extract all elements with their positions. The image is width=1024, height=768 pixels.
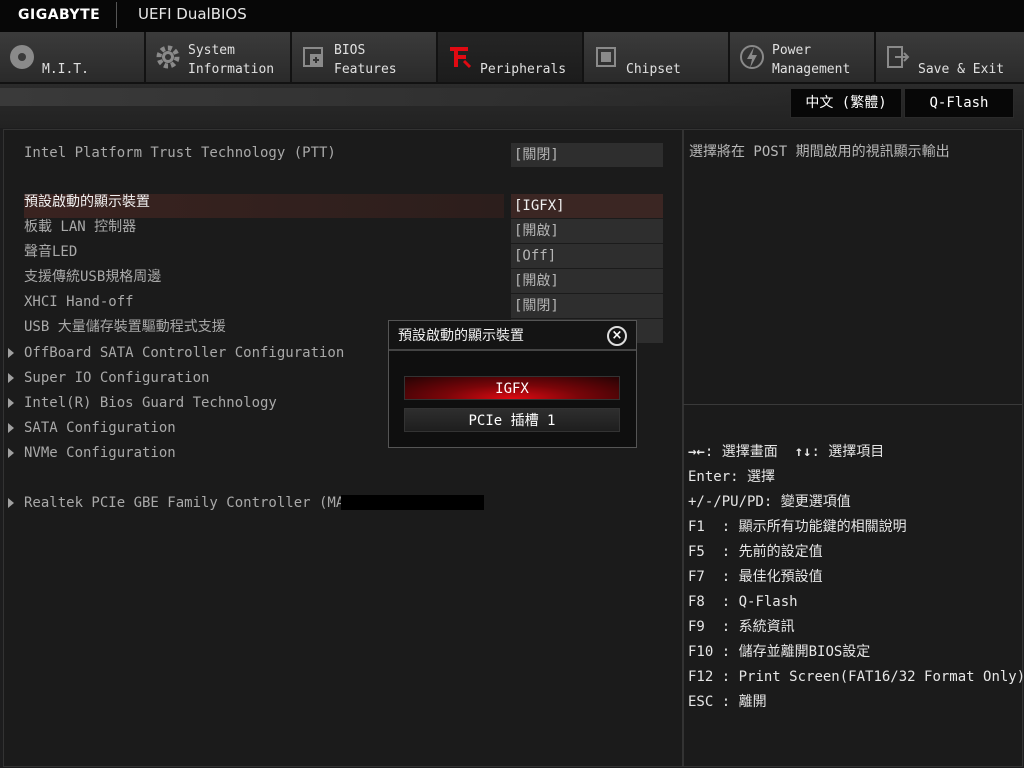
setting-xhci-handoff-value[interactable]: [關閉]: [511, 294, 663, 318]
popup-option-pcie-slot-1[interactable]: PCIe 插槽 1: [404, 408, 620, 432]
peripherals-icon: [450, 47, 472, 69]
exit-icon: [887, 46, 910, 68]
popup-option-igfx[interactable]: IGFX: [404, 376, 620, 400]
close-icon[interactable]: ×: [607, 326, 627, 346]
help-key-f9: F9 : 系統資訊: [688, 615, 795, 639]
help-key-change: +/-/PU/PD: 變更選項值: [688, 490, 851, 514]
tab-bios-features[interactable]: BIOS Features: [292, 32, 438, 82]
key-text: : 最佳化預設值: [713, 569, 823, 585]
setting-primary-display[interactable]: 預設啟動的顯示裝置: [24, 190, 150, 214]
gear-icon: [156, 45, 180, 69]
key-text: : 儲存並離開BIOS設定: [713, 644, 871, 660]
tab-peripherals[interactable]: Peripherals: [438, 32, 584, 82]
help-key-f5: F5 : 先前的設定值: [688, 540, 823, 564]
setting-ptt[interactable]: Intel Platform Trust Technology (PTT): [24, 141, 336, 165]
help-key-f7: F7 : 最佳化預設值: [688, 565, 823, 589]
key-text: : Print Screen(FAT16/32 Format Only): [713, 669, 1024, 685]
chipset-icon: [596, 47, 616, 67]
power-icon: [740, 45, 764, 69]
submenu-sata-config[interactable]: SATA Configuration: [24, 416, 176, 440]
key-label: F12: [688, 669, 714, 685]
popup-header: 預設啟動的顯示裝置 ×: [389, 321, 636, 351]
tab-label: System Information: [188, 43, 275, 77]
tab-label: Power Management: [772, 43, 851, 77]
setting-onboard-lan-value[interactable]: [開啟]: [511, 219, 663, 243]
qflash-button[interactable]: Q-Flash: [904, 88, 1014, 118]
help-key-f8: F8 : Q-Flash: [688, 590, 798, 614]
help-key-f10: F10 : 儲存並離開BIOS設定: [688, 640, 870, 664]
setting-primary-display-value[interactable]: [IGFX]: [511, 194, 663, 218]
disc-icon: [10, 45, 34, 69]
main-tabs: M.I.T. System Information BIOS Features …: [0, 32, 1024, 84]
bios-chip-icon: [303, 47, 323, 67]
submenu-arrow-icon: [8, 423, 14, 433]
key-label: +/-/PU/PD: [688, 494, 764, 510]
key-label: F5: [688, 544, 714, 560]
tab-label: Peripherals: [480, 62, 567, 77]
tab-label: Save & Exit: [918, 62, 1005, 77]
setting-xhci-handoff[interactable]: XHCI Hand-off: [24, 290, 134, 314]
top-bar: GIGABYTE UEFI DualBIOS: [0, 0, 1024, 32]
language-button[interactable]: 中文 (繁體): [790, 88, 902, 118]
help-key-enter: Enter: 選擇: [688, 465, 775, 489]
submenu-nvme-config[interactable]: NVMe Configuration: [24, 441, 176, 465]
setting-legacy-usb-value[interactable]: [開啟]: [511, 269, 663, 293]
submenu-arrow-icon: [8, 373, 14, 383]
setting-onboard-lan[interactable]: 板載 LAN 控制器: [24, 215, 136, 239]
help-key-f1: F1 : 顯示所有功能鍵的相關說明: [688, 515, 907, 539]
tab-chipset[interactable]: Chipset: [584, 32, 730, 82]
submenu-arrow-icon: [8, 448, 14, 458]
brand-logo: GIGABYTE: [18, 7, 101, 23]
submenu-realtek-lan[interactable]: Realtek PCIe GBE Family Controller (MAC:: [24, 491, 361, 515]
key-text: : Q-Flash: [713, 594, 798, 610]
brand-divider: [116, 2, 117, 28]
submenu-bios-guard[interactable]: Intel(R) Bios Guard Technology: [24, 391, 277, 415]
key-label: F7: [688, 569, 714, 585]
tab-system-information[interactable]: System Information: [146, 32, 292, 82]
setting-audio-led[interactable]: 聲音LED: [24, 240, 77, 264]
key-text: : 選擇畫面: [704, 444, 778, 460]
key-label: ↑↓: [794, 444, 812, 460]
tab-power-management[interactable]: Power Management: [730, 32, 876, 82]
key-text: : 選擇項目: [811, 444, 885, 460]
key-text: : 離開: [713, 694, 767, 710]
tab-label: BIOS Features: [334, 43, 397, 77]
key-label: F9: [688, 619, 714, 635]
submenu-arrow-icon: [8, 398, 14, 408]
key-label: ESC: [688, 694, 714, 710]
submenu-arrow-icon: [8, 498, 14, 508]
key-label: Enter: [688, 469, 731, 485]
tab-save-exit[interactable]: Save & Exit: [876, 32, 1024, 82]
help-description: 選擇將在 POST 期間啟用的視訊顯示輸出: [689, 144, 950, 160]
setting-legacy-usb[interactable]: 支援傳統USB規格周邊: [24, 265, 161, 289]
submenu-super-io[interactable]: Super IO Configuration: [24, 366, 209, 390]
tab-mit[interactable]: M.I.T.: [0, 32, 146, 82]
key-label: F8: [688, 594, 714, 610]
key-text: : 先前的設定值: [713, 544, 823, 560]
setting-audio-led-value[interactable]: [Off]: [511, 244, 663, 268]
popup-title: 預設啟動的顯示裝置: [398, 328, 524, 344]
key-text: : 變更選項值: [763, 494, 851, 510]
setting-ptt-value[interactable]: [關閉]: [511, 143, 663, 167]
help-key-f12: F12 : Print Screen(FAT16/32 Format Only): [688, 665, 1024, 689]
tab-label: Chipset: [626, 62, 681, 77]
submenu-arrow-icon: [8, 348, 14, 358]
key-label: →←: [688, 444, 705, 460]
option-popup: 預設啟動的顯示裝置 × IGFX PCIe 插槽 1: [388, 320, 637, 448]
key-label: F1: [688, 519, 714, 535]
redacted-mac-address: [341, 495, 484, 510]
key-text: : 選擇: [730, 469, 776, 485]
help-divider: [683, 404, 1022, 405]
key-label: F10: [688, 644, 714, 660]
sub-bar-stripe: [0, 88, 790, 106]
key-text: : 系統資訊: [713, 619, 795, 635]
product-title: UEFI DualBIOS: [138, 5, 247, 23]
help-key-esc: ESC : 離開: [688, 690, 767, 714]
tab-label: M.I.T.: [42, 62, 89, 77]
setting-usb-storage[interactable]: USB 大量儲存裝置驅動程式支援: [24, 315, 226, 339]
key-text: : 顯示所有功能鍵的相關說明: [713, 519, 907, 535]
submenu-offboard-sata[interactable]: OffBoard SATA Controller Configuration: [24, 341, 344, 365]
help-key-navigation: →←: 選擇畫面 ↑↓: 選擇項目: [688, 440, 884, 464]
